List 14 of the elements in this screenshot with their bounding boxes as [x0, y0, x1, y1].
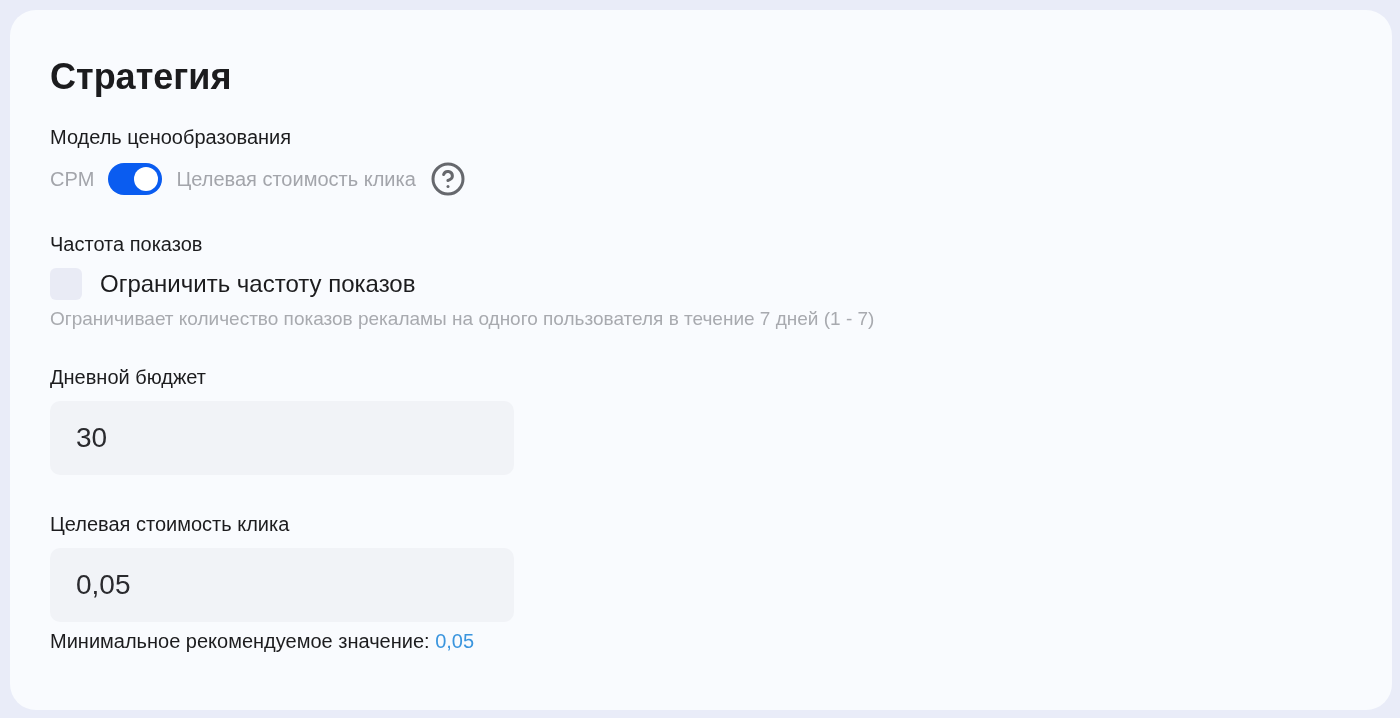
section-title: Стратегия [50, 56, 233, 98]
option-label: Целевая стоимость клика [176, 167, 416, 191]
toggle-switch[interactable] [108, 163, 163, 195]
field-label: Целевая стоимость клика [50, 513, 291, 536]
field-label: Дневной бюджет [50, 366, 207, 389]
cpc-field[interactable]: 0,05 [50, 548, 514, 622]
hint-text: Минимальное рекомендуемое значение: 0,05 [50, 630, 476, 653]
field-label: Частота показов [50, 233, 204, 256]
field-label: Модель ценообразования [50, 126, 293, 149]
checkbox-label: Ограничить частоту показов [100, 270, 416, 298]
hint-text: Ограничивает количество показов рекаламы на одного пользователя в течение 7 дней (1 - 7) [50, 308, 876, 330]
option-label: CPM [50, 167, 95, 191]
budget-field[interactable]: 30 [50, 401, 514, 475]
help-icon[interactable] [429, 161, 466, 197]
